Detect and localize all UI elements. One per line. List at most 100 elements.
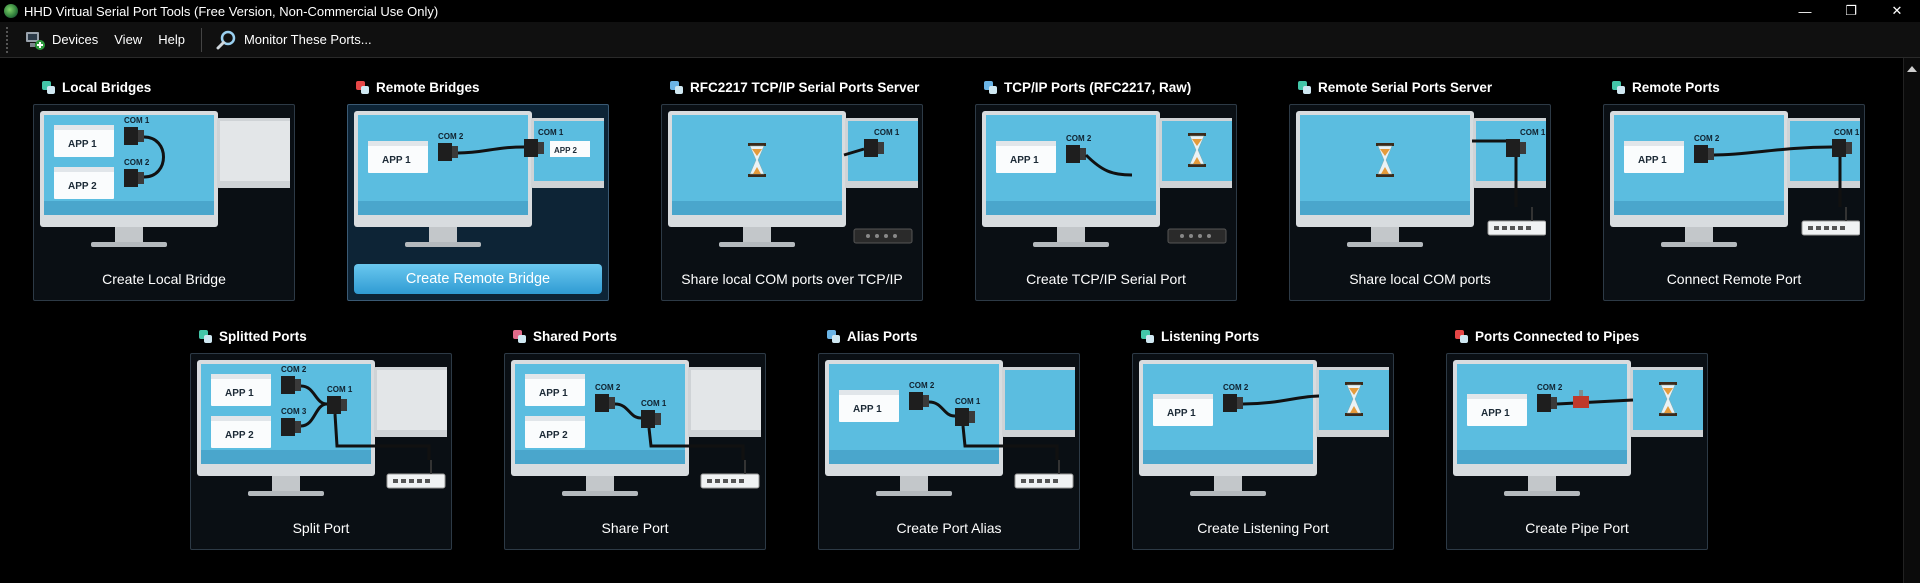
app-label: APP 2 [539,430,568,441]
feature-action-button[interactable]: Connect Remote Port [1610,264,1858,294]
menu-devices[interactable]: Devices [22,26,100,54]
app-box-1: APP 1 [211,374,271,406]
app-logo-icon [4,4,18,18]
toolbar-grip[interactable] [6,26,10,53]
feature-action-button[interactable]: Split Port [197,513,445,543]
feature-action-button[interactable]: Share Port [511,513,759,543]
feature-illustration: COM 1 [1296,111,1546,247]
feature-card[interactable]: APP 1 COM 2 Create Pipe Port [1446,353,1708,550]
com-label: COM 2 [1537,383,1563,392]
feature-card[interactable]: APP 1 APP 2 COM 2 COM 1 Create Remote Bridge [347,104,609,301]
server-box [853,228,913,244]
remote-bridges-icon [356,81,369,94]
app-label: APP 1 [1010,155,1039,166]
com-label: COM 1 [1520,128,1546,137]
app-label: APP 1 [1638,155,1667,166]
app-label: APP 1 [382,155,411,166]
com-label: COM 2 [1694,134,1720,143]
feature-action-button[interactable]: Create Local Bridge [40,264,288,294]
app-label: APP 1 [1167,408,1196,419]
magnifier-icon [216,30,236,49]
app-box-2: APP 2 [525,416,585,448]
listening-ports-icon [1141,330,1154,343]
feature-tile: Alias Ports APP 1 COM 2 COM 1 Create Port Al… [818,325,1080,550]
menu-view-label: View [114,32,143,47]
pipe-ports-icon [1455,330,1468,343]
menu-separator [200,27,202,52]
feature-card[interactable]: APP 1 APP 2 COM 2 COM 3 COM 1 Split Port [190,353,452,550]
router-icon [1801,207,1860,236]
feature-tile: Listening Ports APP 1 COM 2 Create Listenin… [1132,325,1394,550]
monitor-ports-button[interactable]: Monitor These Ports... [214,26,374,54]
feature-card[interactable]: APP 1 COM 2 Create Listening Port [1132,353,1394,550]
feature-action-button[interactable]: Create Remote Bridge [354,264,602,294]
restore-button[interactable]: ❐ [1828,0,1874,22]
tile-header: Remote Serial Ports Server [1289,76,1551,98]
feature-action-button[interactable]: Create Listening Port [1139,513,1387,543]
feature-action-button[interactable]: Create TCP/IP Serial Port [982,264,1230,294]
feature-action-button[interactable]: Create Pipe Port [1453,513,1701,543]
feature-illustration: APP 1 COM 2 [1139,360,1389,496]
monitor-ports-label: Monitor These Ports... [243,32,372,47]
com-label: COM 1 [124,116,150,125]
feature-illustration: APP 1 APP 2 COM 2 COM 3 COM 1 [197,360,447,496]
shared-ports-icon [513,330,526,343]
app-label: APP 1 [225,388,254,399]
feature-card[interactable]: COM 1 Share local COM ports [1289,104,1551,301]
menu-view[interactable]: View [112,26,144,54]
remote-ports-icon [1612,81,1625,94]
tile-title: Remote Ports [1632,79,1720,95]
feature-tile: Remote Serial Ports Server COM 1 Share loc… [1289,76,1551,301]
main-monitor [1610,111,1788,247]
feature-illustration: APP 1 COM 2 [982,111,1232,247]
app-box-1: APP 1 [1624,141,1684,173]
vertical-scrollbar[interactable] [1903,58,1920,583]
app-label: APP 2 [68,181,97,192]
feature-illustration: APP 1 COM 2 COM 1 [1610,111,1860,247]
main-monitor [1453,360,1631,496]
side-monitor [217,118,290,188]
tile-title: TCP/IP Ports (RFC2217, Raw) [1004,79,1192,95]
scroll-up-arrow-icon[interactable] [1907,66,1917,72]
feature-card[interactable]: APP 1 COM 2 COM 1 Connect Remote Port [1603,104,1865,301]
app-box-1: APP 1 [1467,394,1527,426]
app-label: APP 2 [554,146,578,155]
main-monitor [1296,111,1474,247]
close-button[interactable]: ✕ [1874,0,1920,22]
feature-action-button[interactable]: Share local COM ports over TCP/IP [668,264,916,294]
feature-tile: Shared Ports APP 1 APP 2 COM 2 COM 1 Share Po… [504,325,766,550]
feature-card[interactable]: APP 1 APP 2 COM 2 COM 1 Share Port [504,353,766,550]
rfc2217-server-icon [670,81,683,94]
menu-devices-label: Devices [52,32,99,47]
tile-title: Splitted Ports [219,328,307,344]
com-label: COM 1 [955,397,981,406]
feature-illustration: APP 1 APP 2 COM 2 COM 1 [354,111,604,247]
window-title: HHD Virtual Serial Port Tools (Free Vers… [24,3,439,19]
tile-header: Remote Bridges [347,76,609,98]
tile-title: Remote Serial Ports Server [1318,79,1493,95]
side-monitor [688,367,761,437]
tile-title: Local Bridges [62,79,152,95]
feature-card[interactable]: APP 1 COM 2 Create TCP/IP Serial Port [975,104,1237,301]
feature-action-button[interactable]: Share local COM ports [1296,264,1544,294]
com-label: COM 2 [438,132,464,141]
app-box-1: APP 1 [996,141,1056,173]
tile-header: RFC2217 TCP/IP Serial Ports Server [661,76,923,98]
feature-tile: Remote Ports APP 1 COM 2 COM 1 Connect Remot… [1603,76,1865,301]
feature-card[interactable]: APP 1 COM 2 COM 1 Create Port Alias [818,353,1080,550]
tile-header: Remote Ports [1603,76,1865,98]
remote-app-box: APP 2 [550,141,590,157]
feature-card[interactable]: APP 1 APP 2 COM 1 COM 2 Create Local Bridge [33,104,295,301]
side-monitor [1002,367,1075,437]
menu-help[interactable]: Help [156,26,187,54]
app-box-1: APP 1 [525,374,585,406]
com-label: COM 2 [595,383,621,392]
router-icon [700,460,760,489]
tile-title: Alias Ports [847,328,918,344]
tile-title: Remote Bridges [376,79,480,95]
minimize-button[interactable]: — [1782,0,1828,22]
side-monitor [374,367,447,437]
feature-action-button[interactable]: Create Port Alias [825,513,1073,543]
feature-card[interactable]: COM 1 Share local COM ports over TCP/IP [661,104,923,301]
app-label: APP 1 [1481,408,1510,419]
